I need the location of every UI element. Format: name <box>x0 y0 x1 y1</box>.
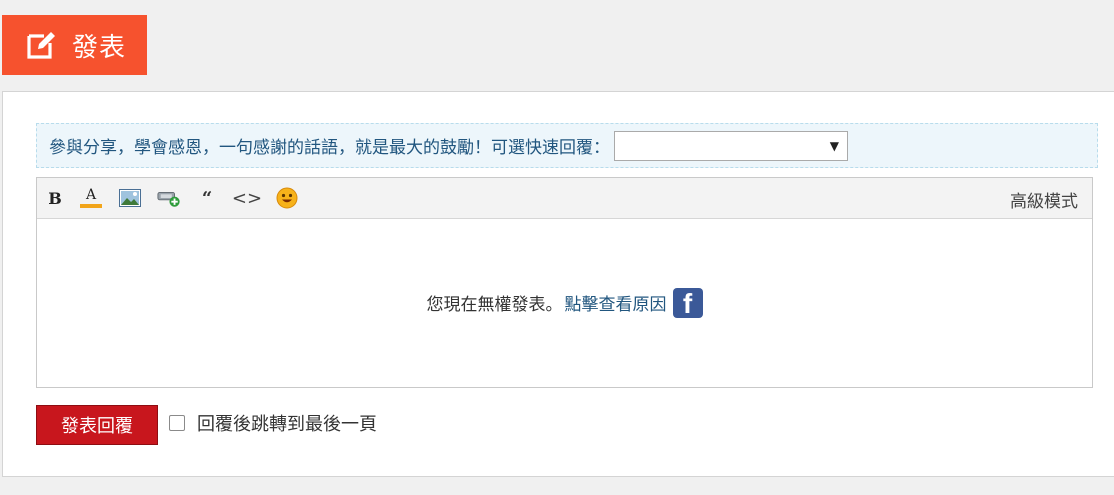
code-icon[interactable]: <> <box>232 186 262 210</box>
no-permission-message: 您現在無權發表。 <box>426 295 563 315</box>
jump-to-last-page-checkbox[interactable] <box>169 415 185 431</box>
jump-to-last-page-label: 回覆後跳轉到最後一頁 <box>197 414 377 435</box>
quick-reply-select-wrap: ▼ <box>610 130 848 161</box>
font-color-icon[interactable]: A <box>79 186 103 210</box>
smiley-icon-graphic <box>276 187 298 209</box>
quick-reply-notice: 參與分享，學會感恩，一句感謝的話語，就是最大的鼓勵！可選快速回覆： ▼ <box>36 123 1098 168</box>
editor-toolbar: B A “ <> 高級模式 <box>37 178 1092 219</box>
quick-reply-select[interactable] <box>614 130 848 161</box>
edit-icon <box>27 32 55 59</box>
font-color-bar <box>80 204 102 208</box>
font-color-letter: A <box>85 187 97 203</box>
editor-body[interactable]: 您現在無權發表。 點擊查看原因 f <box>37 218 1092 387</box>
smiley-icon[interactable] <box>275 186 299 210</box>
jump-to-last-page-option: 回覆後跳轉到最後一頁 <box>169 410 377 436</box>
reply-panel: 參與分享，學會感恩，一句感謝的話語，就是最大的鼓勵！可選快速回覆： ▼ B A <box>2 91 1114 477</box>
view-reason-link[interactable]: 點擊查看原因 <box>565 290 667 315</box>
image-icon-graphic <box>119 189 141 207</box>
bold-icon[interactable]: B <box>43 186 67 210</box>
notice-text: 參與分享，學會感恩，一句感謝的話語，就是最大的鼓勵！可選快速回覆： <box>49 138 610 158</box>
post-button-label: 發表 <box>72 32 127 63</box>
facebook-icon[interactable]: f <box>672 287 703 318</box>
advanced-mode-link[interactable]: 高級模式 <box>1010 187 1078 212</box>
quote-icon[interactable]: “ <box>195 186 219 210</box>
image-icon[interactable] <box>118 186 142 210</box>
submit-reply-button[interactable]: 發表回覆 <box>36 405 158 445</box>
editor: B A “ <> 高級模式 您現在無權發表。 點擊查看原因 f <box>36 177 1093 388</box>
link-icon[interactable] <box>157 186 181 210</box>
post-button[interactable]: 發表 <box>2 15 147 75</box>
link-icon-graphic <box>157 192 180 207</box>
